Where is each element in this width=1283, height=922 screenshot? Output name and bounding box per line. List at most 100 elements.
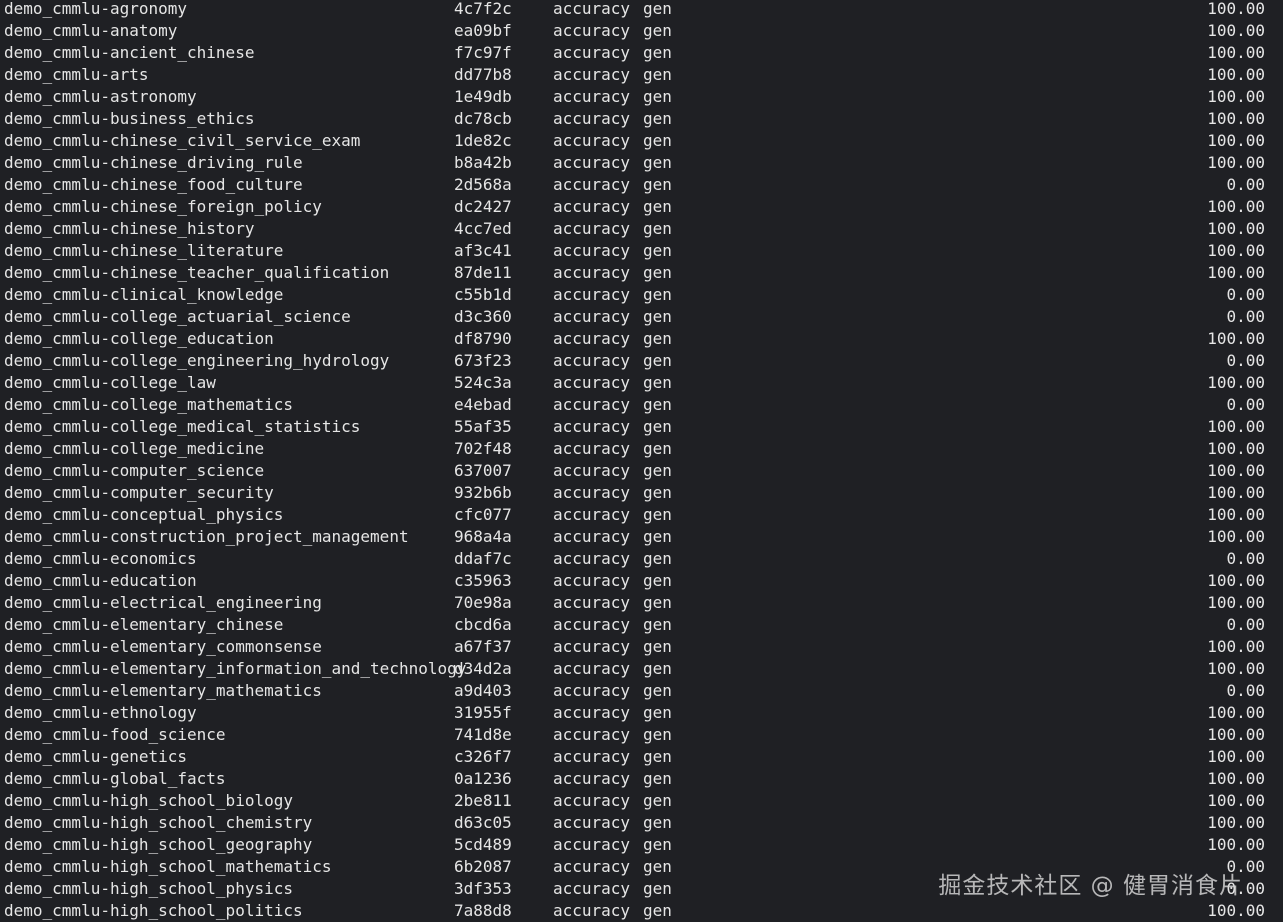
score-value: 100.00: [1207, 439, 1265, 458]
dataset-name: demo_cmmlu-college_law: [4, 373, 216, 392]
dataset-name: demo_cmmlu-computer_science: [4, 461, 265, 480]
dataset-name: demo_cmmlu-economics: [4, 549, 197, 568]
score-value: 100.00: [1207, 109, 1265, 128]
result-row: demo_cmmlu-high_school_chemistry d63c05 ac…: [0, 812, 1283, 834]
dataset-version: 2be811: [454, 791, 512, 810]
dataset-name: demo_cmmlu-chinese_history: [4, 219, 255, 238]
dataset-name: demo_cmmlu-agronomy: [4, 0, 188, 18]
dataset-version: a67f37: [454, 637, 512, 656]
result-row: demo_cmmlu-high_school_geography 5cd489 ac…: [0, 834, 1283, 856]
score-value: 100.00: [1207, 791, 1265, 810]
metric-label: accuracy: [553, 813, 631, 832]
dataset-name: demo_cmmlu-anatomy: [4, 21, 178, 40]
score-value: 100.00: [1207, 901, 1265, 920]
mode-label: gen: [643, 615, 672, 634]
mode-label: gen: [643, 901, 672, 920]
result-row: demo_cmmlu-agronomy 4c7f2c accuracy gen 100.…: [0, 0, 1283, 20]
mode-label: gen: [643, 527, 672, 546]
metric-label: accuracy: [553, 131, 631, 150]
dataset-version: df8790: [454, 329, 512, 348]
dataset-name: demo_cmmlu-chinese_food_culture: [4, 175, 303, 194]
result-row: demo_cmmlu-food_science 741d8e accuracy gen…: [0, 724, 1283, 746]
score-value: 100.00: [1207, 87, 1265, 106]
mode-label: gen: [643, 879, 672, 898]
dataset-name: demo_cmmlu-elementary_chinese: [4, 615, 284, 634]
dataset-name: demo_cmmlu-college_education: [4, 329, 274, 348]
metric-label: accuracy: [553, 791, 631, 810]
mode-label: gen: [643, 681, 672, 700]
score-value: 100.00: [1207, 21, 1265, 40]
dataset-name: demo_cmmlu-college_medical_statistics: [4, 417, 361, 436]
metric-label: accuracy: [553, 527, 631, 546]
mode-label: gen: [643, 175, 672, 194]
dataset-version: dd77b8: [454, 65, 512, 84]
mode-label: gen: [643, 725, 672, 744]
metric-label: accuracy: [553, 241, 631, 260]
metric-label: accuracy: [553, 263, 631, 282]
dataset-name: demo_cmmlu-construction_project_manageme…: [4, 527, 409, 546]
mode-label: gen: [643, 329, 672, 348]
metric-label: accuracy: [553, 505, 631, 524]
metric-label: accuracy: [553, 109, 631, 128]
metric-label: accuracy: [553, 593, 631, 612]
metric-label: accuracy: [553, 637, 631, 656]
score-value: 100.00: [1207, 263, 1265, 282]
mode-label: gen: [643, 197, 672, 216]
dataset-version: 0a1236: [454, 769, 512, 788]
score-value: 100.00: [1207, 461, 1265, 480]
result-row: demo_cmmlu-high_school_politics 7a88d8 acc…: [0, 900, 1283, 922]
dataset-name: demo_cmmlu-clinical_knowledge: [4, 285, 284, 304]
result-row: demo_cmmlu-high_school_biology 2be811 accu…: [0, 790, 1283, 812]
score-value: 0.00: [1226, 351, 1265, 370]
metric-label: accuracy: [553, 439, 631, 458]
mode-label: gen: [643, 835, 672, 854]
metric-label: accuracy: [553, 417, 631, 436]
score-value: 100.00: [1207, 505, 1265, 524]
mode-label: gen: [643, 109, 672, 128]
dataset-name: demo_cmmlu-elementary_commonsense: [4, 637, 322, 656]
metric-label: accuracy: [553, 351, 631, 370]
dataset-name: demo_cmmlu-business_ethics: [4, 109, 255, 128]
dataset-name: demo_cmmlu-high_school_physics: [4, 879, 293, 898]
dataset-version: 4c7f2c: [454, 0, 512, 18]
score-value: 0.00: [1226, 307, 1265, 326]
dataset-version: e4ebad: [454, 395, 512, 414]
metric-label: accuracy: [553, 483, 631, 502]
dataset-version: 1de82c: [454, 131, 512, 150]
result-row: demo_cmmlu-chinese_history 4cc7ed accuracy…: [0, 218, 1283, 240]
score-value: 100.00: [1207, 65, 1265, 84]
result-row: demo_cmmlu-chinese_teacher_qualification…: [0, 262, 1283, 284]
mode-label: gen: [643, 417, 672, 436]
result-row: demo_cmmlu-business_ethics dc78cb accuracy…: [0, 108, 1283, 130]
score-value: 100.00: [1207, 483, 1265, 502]
result-row: demo_cmmlu-global_facts 0a1236 accuracy gen…: [0, 768, 1283, 790]
score-value: 100.00: [1207, 637, 1265, 656]
mode-label: gen: [643, 241, 672, 260]
dataset-version: 55af35: [454, 417, 512, 436]
result-row: demo_cmmlu-college_education df8790 accura…: [0, 328, 1283, 350]
result-row: demo_cmmlu-education c35963 accuracy gen 100…: [0, 570, 1283, 592]
result-row: demo_cmmlu-elementary_information_and_te…: [0, 658, 1283, 680]
result-row: demo_cmmlu-chinese_food_culture 2d568a acc…: [0, 174, 1283, 196]
mode-label: gen: [643, 571, 672, 590]
result-row: demo_cmmlu-college_medicine 702f48 accurac…: [0, 438, 1283, 460]
dataset-version: c35963: [454, 571, 512, 590]
mode-label: gen: [643, 395, 672, 414]
metric-label: accuracy: [553, 681, 631, 700]
result-row: demo_cmmlu-economics ddaf7c accuracy gen 0.0…: [0, 548, 1283, 570]
metric-label: accuracy: [553, 879, 631, 898]
result-row: demo_cmmlu-ethnology 31955f accuracy gen 100…: [0, 702, 1283, 724]
result-row: demo_cmmlu-chinese_driving_rule b8a42b acc…: [0, 152, 1283, 174]
dataset-version: 70e98a: [454, 593, 512, 612]
mode-label: gen: [643, 0, 672, 18]
dataset-version: d3c360: [454, 307, 512, 326]
result-row: demo_cmmlu-college_engineering_hydrology…: [0, 350, 1283, 372]
mode-label: gen: [643, 659, 672, 678]
metric-label: accuracy: [553, 549, 631, 568]
dataset-name: demo_cmmlu-high_school_chemistry: [4, 813, 313, 832]
result-row: demo_cmmlu-genetics c326f7 accuracy gen 100.…: [0, 746, 1283, 768]
result-row: demo_cmmlu-chinese_literature af3c41 accur…: [0, 240, 1283, 262]
dataset-name: demo_cmmlu-chinese_literature: [4, 241, 284, 260]
result-row: demo_cmmlu-electrical_engineering 70e98a a…: [0, 592, 1283, 614]
mode-label: gen: [643, 87, 672, 106]
